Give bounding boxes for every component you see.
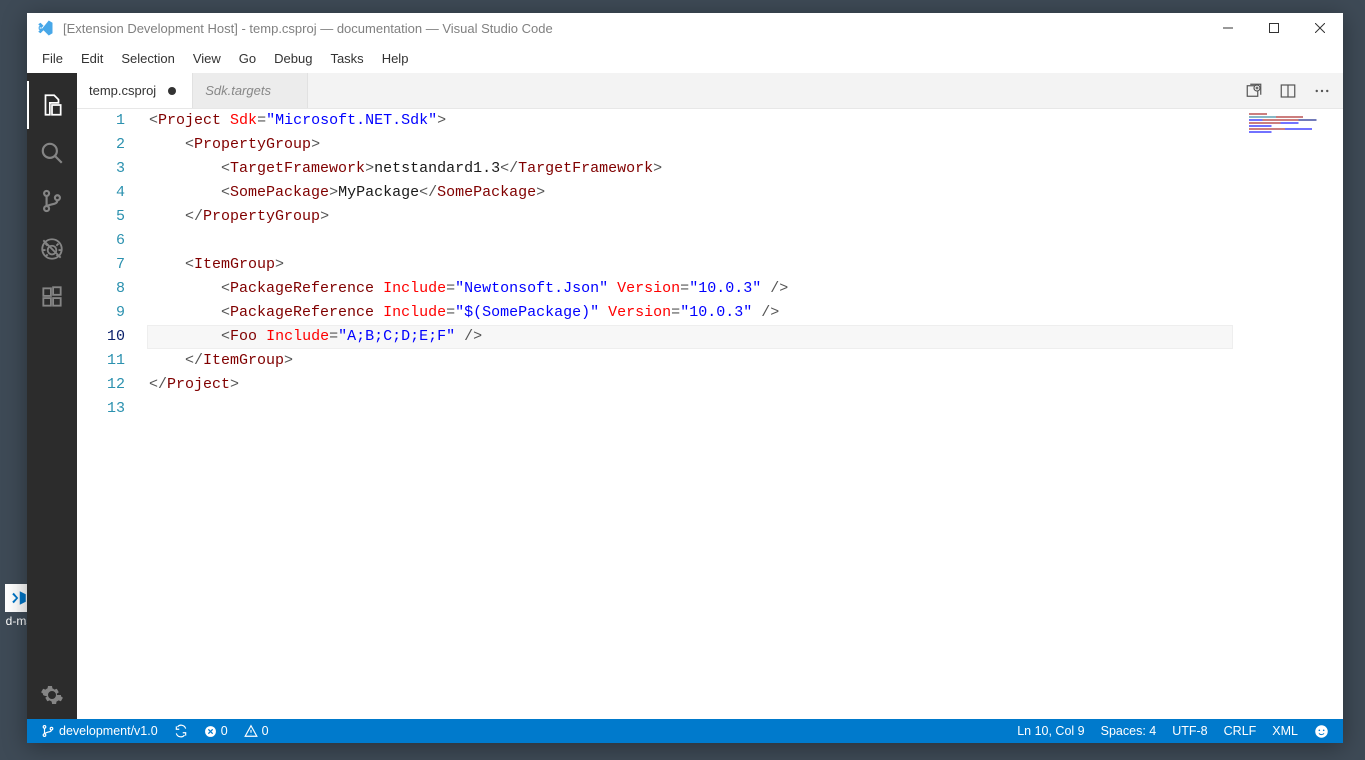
errors-item[interactable]: 0	[198, 719, 234, 743]
feedback-smiley-icon[interactable]	[1308, 719, 1335, 743]
menu-selection[interactable]: Selection	[112, 47, 183, 70]
line-number: 4	[77, 181, 125, 205]
line-number: 11	[77, 349, 125, 373]
line-number: 10	[77, 325, 125, 349]
minimize-button[interactable]	[1205, 13, 1251, 43]
code-editor[interactable]: 12345678910111213 <Project Sdk="Microsof…	[77, 109, 1343, 719]
errors-count: 0	[221, 724, 228, 738]
menubar: FileEditSelectionViewGoDebugTasksHelp	[27, 43, 1343, 73]
more-actions-icon[interactable]	[1311, 80, 1333, 102]
eol-item[interactable]: CRLF	[1218, 719, 1263, 743]
code-line[interactable]: <TargetFramework>netstandard1.3</TargetF…	[147, 157, 1233, 181]
code-line[interactable]	[147, 397, 1233, 421]
menu-help[interactable]: Help	[373, 47, 418, 70]
line-number: 12	[77, 373, 125, 397]
indentation-label: Spaces: 4	[1101, 724, 1157, 738]
menu-file[interactable]: File	[33, 47, 72, 70]
eol-label: CRLF	[1224, 724, 1257, 738]
tab-label: Sdk.targets	[205, 83, 271, 98]
warnings-count: 0	[262, 724, 269, 738]
menu-go[interactable]: Go	[230, 47, 265, 70]
code-line[interactable]: <SomePackage>MyPackage</SomePackage>	[147, 181, 1233, 205]
vscode-logo-icon	[35, 18, 55, 38]
line-number-gutter: 12345678910111213	[77, 109, 147, 719]
code-line[interactable]: <PackageReference Include="Newtonsoft.Js…	[147, 277, 1233, 301]
cursor-position-item[interactable]: Ln 10, Col 9	[1011, 719, 1090, 743]
line-number: 8	[77, 277, 125, 301]
line-number: 3	[77, 157, 125, 181]
tabbar: temp.csproj Sdk.targets	[77, 73, 1343, 109]
encoding-label: UTF-8	[1172, 724, 1207, 738]
tab-sdk-targets[interactable]: Sdk.targets	[193, 73, 308, 108]
tab-temp-csproj[interactable]: temp.csproj	[77, 73, 193, 108]
line-number: 5	[77, 205, 125, 229]
close-button[interactable]	[1297, 13, 1343, 43]
search-icon[interactable]	[27, 129, 77, 177]
debug-icon[interactable]	[27, 225, 77, 273]
code-line[interactable]: <PropertyGroup>	[147, 133, 1233, 157]
vscode-window: [Extension Development Host] - temp.cspr…	[27, 13, 1343, 743]
code-line[interactable]: </PropertyGroup>	[147, 205, 1233, 229]
code-line[interactable]: <Foo Include="A;B;C;D;E;F" />	[147, 325, 1233, 349]
menu-view[interactable]: View	[184, 47, 230, 70]
minimap-overview	[1249, 113, 1339, 153]
code-line[interactable]: <PackageReference Include="$(SomePackage…	[147, 301, 1233, 325]
minimap[interactable]	[1233, 109, 1343, 719]
encoding-item[interactable]: UTF-8	[1166, 719, 1213, 743]
diff-icon[interactable]	[1243, 80, 1265, 102]
activitybar	[27, 73, 77, 719]
source-control-icon[interactable]	[27, 177, 77, 225]
tab-dirty-icon[interactable]	[164, 83, 180, 99]
menu-debug[interactable]: Debug	[265, 47, 321, 70]
line-number: 1	[77, 109, 125, 133]
line-number: 7	[77, 253, 125, 277]
language-mode-item[interactable]: XML	[1266, 719, 1304, 743]
code-line[interactable]: </ItemGroup>	[147, 349, 1233, 373]
git-branch-label: development/v1.0	[59, 724, 158, 738]
code-line[interactable]: </Project>	[147, 373, 1233, 397]
cursor-position-label: Ln 10, Col 9	[1017, 724, 1084, 738]
statusbar: development/v1.0 0 0 Ln 10, Col 9 Spaces…	[27, 719, 1343, 743]
menu-edit[interactable]: Edit	[72, 47, 112, 70]
code-line[interactable]: <Project Sdk="Microsoft.NET.Sdk">	[147, 109, 1233, 133]
titlebar: [Extension Development Host] - temp.cspr…	[27, 13, 1343, 43]
indentation-item[interactable]: Spaces: 4	[1095, 719, 1163, 743]
window-title: [Extension Development Host] - temp.cspr…	[63, 21, 1205, 36]
code-content[interactable]: <Project Sdk="Microsoft.NET.Sdk"> <Prope…	[147, 109, 1233, 719]
line-number: 2	[77, 133, 125, 157]
language-label: XML	[1272, 724, 1298, 738]
git-branch-item[interactable]: development/v1.0	[35, 719, 164, 743]
explorer-icon[interactable]	[27, 81, 77, 129]
menu-tasks[interactable]: Tasks	[321, 47, 372, 70]
settings-gear-icon[interactable]	[27, 671, 77, 719]
split-editor-icon[interactable]	[1277, 80, 1299, 102]
line-number: 13	[77, 397, 125, 421]
line-number: 6	[77, 229, 125, 253]
maximize-button[interactable]	[1251, 13, 1297, 43]
sync-item[interactable]	[168, 719, 194, 743]
tab-label: temp.csproj	[89, 83, 156, 98]
code-line[interactable]: <ItemGroup>	[147, 253, 1233, 277]
warnings-item[interactable]: 0	[238, 719, 275, 743]
editor-area: temp.csprojSdk.targets 12345678910111213…	[77, 73, 1343, 719]
code-line[interactable]	[147, 229, 1233, 253]
line-number: 9	[77, 301, 125, 325]
extensions-icon[interactable]	[27, 273, 77, 321]
